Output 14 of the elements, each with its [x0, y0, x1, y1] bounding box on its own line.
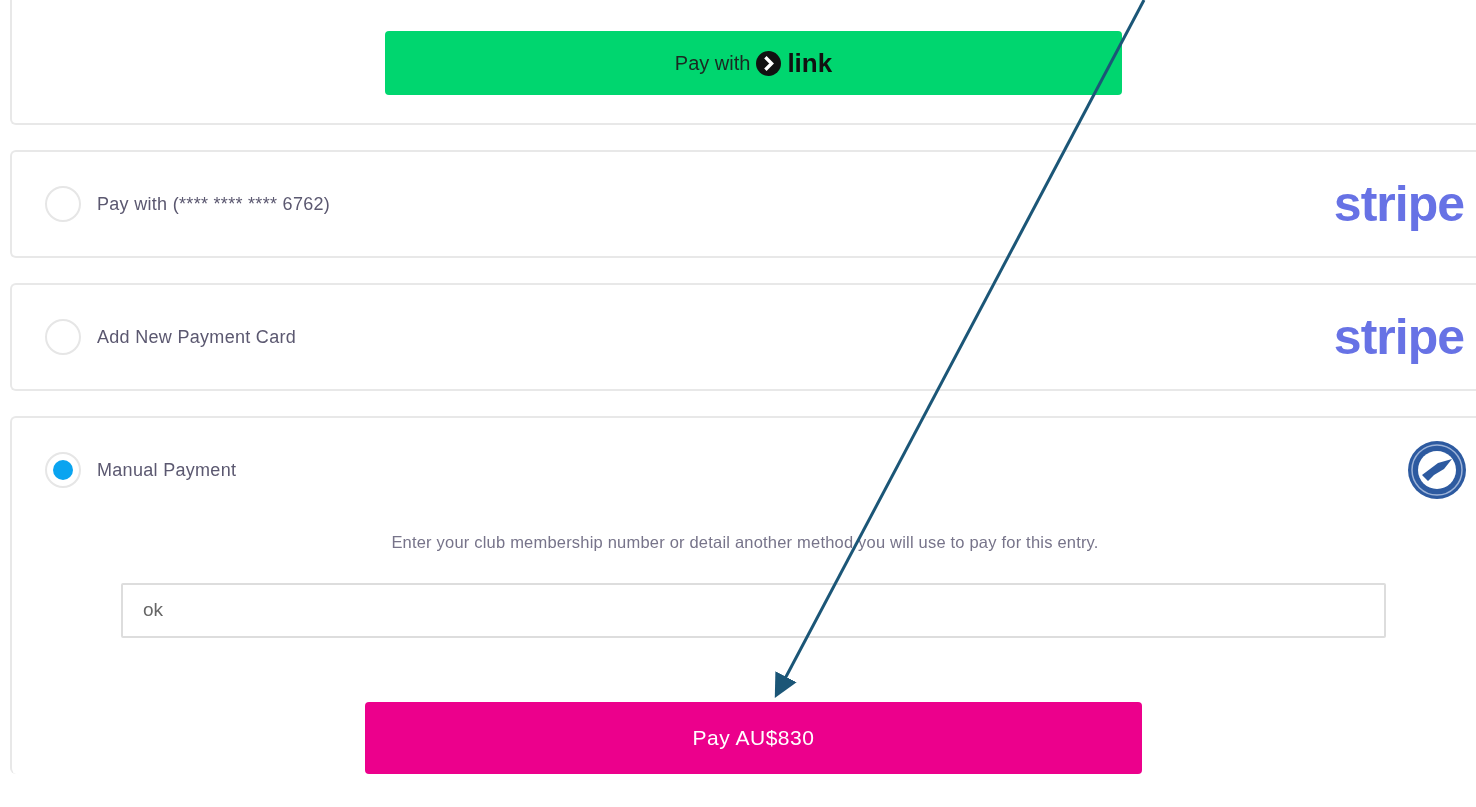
pay-button[interactable]: Pay AU$830: [365, 701, 1142, 774]
payment-method-label: Pay with (**** **** **** 6762): [97, 192, 331, 216]
radio-button[interactable]: [45, 319, 81, 355]
payment-method-label: Add New Payment Card: [97, 325, 297, 349]
payment-method-label: Manual Payment: [97, 458, 237, 482]
pay-with-link-button[interactable]: Pay with link: [385, 31, 1122, 95]
radio-button[interactable]: [45, 186, 81, 222]
instruction-text: Enter your club membership number or detail another method you will use to pay for this entry.: [390, 532, 1100, 553]
club-emblem-icon: [1408, 441, 1466, 499]
stripe-logo: stripe: [1333, 179, 1464, 229]
stripe-logo: stripe: [1333, 312, 1464, 362]
radio-button[interactable]: [45, 452, 81, 488]
payment-detail-field[interactable]: ok: [121, 582, 1386, 638]
chevron-icon: [756, 50, 782, 76]
